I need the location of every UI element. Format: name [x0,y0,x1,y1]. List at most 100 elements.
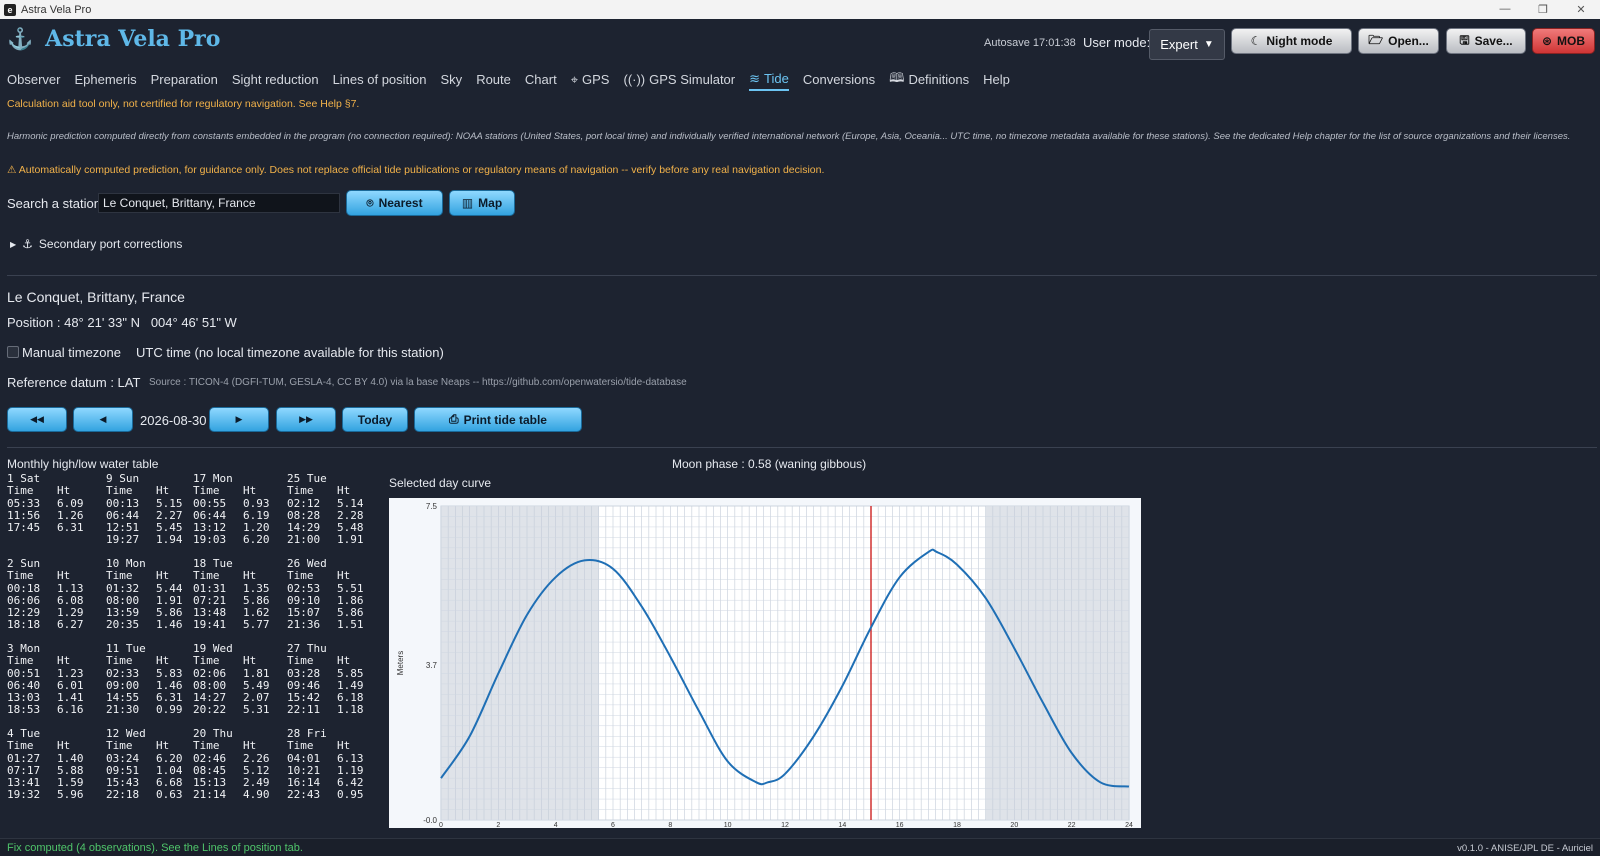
tide-curve-svg: 7.53.7-0.00 2 4 6 8 10 12 14 16 18 20 22 24Meters [396,502,1133,829]
nearest-button[interactable]: ⌾ Nearest [346,190,443,216]
manual-timezone-checkbox[interactable] [7,346,19,358]
tide-time: 21:14 [193,788,227,802]
forward-button[interactable]: ▶ [209,407,269,432]
minimize-button[interactable]: — [1486,3,1524,16]
height-header: Ht [243,654,257,668]
print-tide-table-button[interactable]: ⎙ Print tide table [414,407,582,432]
tide-event-row: 21:00 1.91 [287,534,373,547]
section-divider [7,275,1597,276]
x-tick-label: 14 [838,822,846,828]
tide-event-row: 18:53 6.16 [7,704,93,717]
tab-label: Preparation [150,72,218,87]
map-label: Map [478,196,503,210]
fast-forward-icon: ▶▶ [299,414,313,424]
tide-day-column: 4 Tue Time Ht 01:27 1.40 07:17 5.88 13:41 1.59 19… [7,727,93,802]
x-tick-label: 6 [611,822,615,828]
tide-event-row: 22:43 0.95 [287,788,373,802]
time-header: Time [106,739,133,753]
time-header: Time [193,739,220,753]
fast-back-icon: ◀◀ [30,414,44,424]
tide-event-row: 19:27 1.94 [106,534,192,547]
moon-phase: Moon phase : 0.58 (waning gibbous) [672,457,867,471]
tide-info-text: Harmonic prediction computed directly fr… [7,131,1571,142]
tab-label: GPS Simulator [649,72,736,87]
tab-chart[interactable]: Chart [525,71,557,91]
app-title: ⚓ Astra Vela Pro [7,26,220,52]
tide-height: 0.99 [156,703,183,717]
height-header: Ht [337,739,351,753]
height-header: Ht [156,654,170,668]
height-header: Ht [57,484,71,498]
tab-lines-of-position[interactable]: Lines of position [333,71,427,91]
tab-sky[interactable]: Sky [441,71,463,91]
tide-height: 6.20 [243,533,270,547]
printer-icon: ⎙ [449,412,459,426]
fast-back-button[interactable]: ◀◀ [7,407,67,432]
maximize-button[interactable]: ❐ [1524,3,1562,16]
selected-date[interactable]: 2026-08-30 [140,413,207,428]
tide-event-row: 21:36 1.51 [287,619,373,632]
tide-column-headers: Time Ht [193,654,279,668]
tab-gps-simulator[interactable]: ((·)) GPS Simulator [623,71,735,91]
tab-preparation[interactable]: Preparation [151,71,218,91]
save-label: Save... [1474,34,1513,48]
tide-table-block: 3 Mon Time Ht 00:51 1.23 06:40 6.01 13:03 1.41 18… [7,642,367,728]
tab-help[interactable]: Help [983,71,1010,91]
time-header: Time [287,569,314,583]
status-message: Fix computed (4 observations). See the L… [7,842,303,854]
save-button[interactable]: 🖫 Save... [1446,28,1526,54]
tide-column-headers: Time Ht [106,739,192,753]
waves-icon: ≋ [749,70,761,86]
tab-label: Help [983,72,1010,87]
tab-sight-reduction[interactable]: Sight reduction [232,71,319,91]
tide-column-headers: Time Ht [106,484,192,498]
signal-icon: ((·)) [623,72,646,87]
tab-route[interactable]: Route [476,71,511,91]
y-tick-label: 7.5 [426,502,438,511]
user-mode-select[interactable]: Expert ▼ [1149,29,1225,60]
tide-time: 19:32 [7,788,41,802]
tide-column-headers: Time Ht [7,484,93,498]
tide-event-row: 19:41 5.77 [193,618,279,632]
time-header: Time [7,739,34,753]
tide-height: 1.18 [337,703,364,717]
anchor-icon: ⚓ [22,237,33,251]
status-bar: Fix computed (4 observations). See the L… [0,838,1600,856]
tab-tide[interactable]: ≋ Tide [749,71,789,91]
tide-height: 0.95 [337,788,364,802]
book-icon: 🕮 [889,69,905,85]
mob-button[interactable]: ⊛ MOB [1532,28,1595,54]
tab-ephemeris[interactable]: Ephemeris [74,71,136,91]
time-header: Time [106,654,133,668]
map-button[interactable]: ▥ Map [449,190,515,216]
open-button[interactable]: 🗁 Open... [1358,28,1439,54]
tide-time: 19:41 [193,618,227,632]
tab-label: Route [476,72,511,87]
tab-gps[interactable]: ⌖ GPS [571,71,610,91]
today-button[interactable]: Today [342,407,408,432]
tide-height: 0.63 [156,788,183,802]
tide-event-row: 19:03 6.20 [193,533,279,547]
tide-table-block: 1 Sat Time Ht 05:33 6.09 11:56 1.26 17:45 6.31 9 … [7,472,367,558]
tab-definitions[interactable]: 🕮 Definitions [889,69,969,91]
night-mode-button[interactable]: ☾ Night mode [1231,28,1352,54]
tab-label: Observer [7,72,61,87]
station-search-input[interactable]: Le Conquet, Brittany, France [98,193,340,213]
print-label: Print tide table [463,412,547,427]
close-button[interactable]: ✕ [1562,3,1600,16]
time-header: Time [106,484,133,498]
night-mode-label: Night mode [1266,34,1333,48]
app-icon: e [4,3,16,16]
tide-time: 22:18 [106,788,140,802]
time-header: Time [287,739,314,753]
secondary-port-toggle[interactable]: ▶ ⚓ Secondary port corrections [10,237,182,251]
back-button[interactable]: ◀ [73,407,133,432]
x-tick-label: 10 [724,822,732,828]
tab-conversions[interactable]: Conversions [803,71,875,91]
fast-forward-button[interactable]: ▶▶ [276,407,336,432]
regulatory-disclaimer: Calculation aid tool only, not certified… [7,98,360,110]
tide-day-column: 20 Thu Time Ht 02:46 2.26 08:45 5.12 15:13 2.49 2… [193,727,279,802]
open-label: Open... [1388,34,1429,48]
tab-observer[interactable]: Observer [7,71,60,91]
y-tick-label: -0.0 [423,816,437,825]
